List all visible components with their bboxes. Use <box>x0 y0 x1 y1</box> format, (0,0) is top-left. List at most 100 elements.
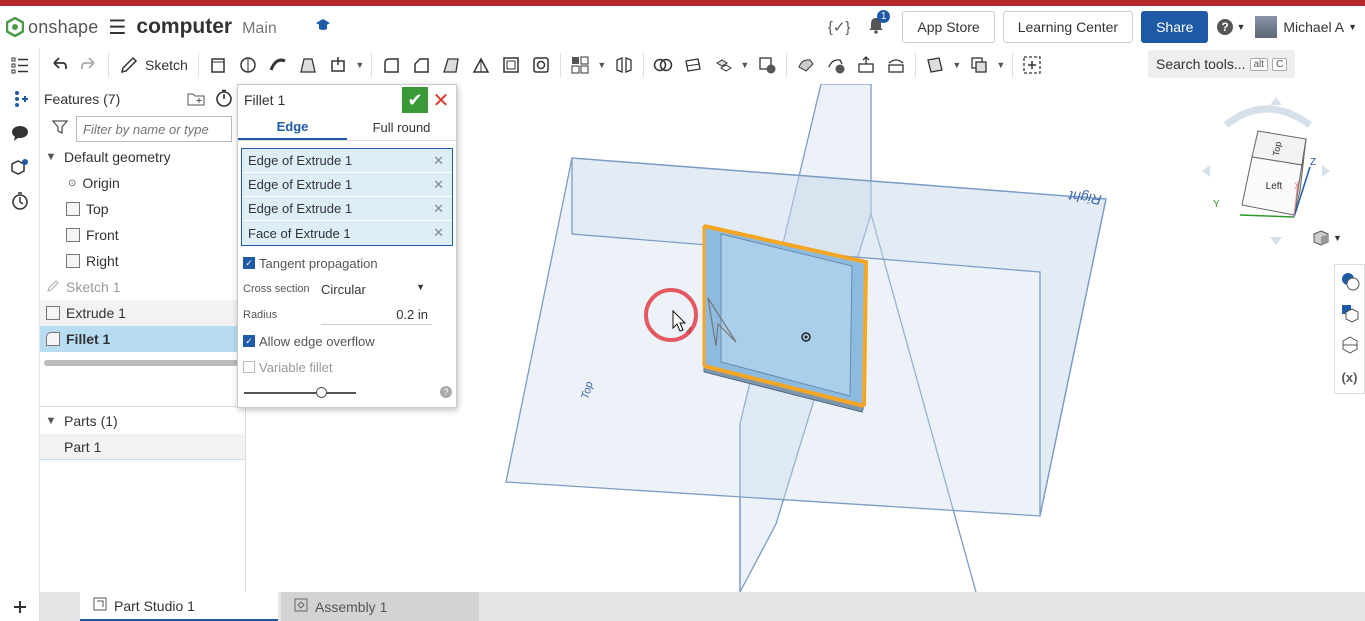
menu-icon[interactable]: ☰ <box>108 15 126 40</box>
boolean-icon[interactable] <box>648 50 678 80</box>
feature-fillet-1[interactable]: Fillet 1 <box>40 326 245 352</box>
app-store-button[interactable]: App Store <box>902 11 995 43</box>
named-views-icon[interactable] <box>1335 297 1364 329</box>
feature-right-plane[interactable]: Right <box>40 248 245 274</box>
filter-icon[interactable] <box>51 119 69 140</box>
close-icon[interactable]: ✕ <box>433 177 444 193</box>
modify-fillet-icon[interactable] <box>791 50 821 80</box>
document-title[interactable]: computer <box>136 15 232 39</box>
appearance-icon[interactable] <box>1335 265 1364 297</box>
selection-item[interactable]: Face of Extrude 1 ✕ <box>242 221 452 245</box>
delete-part-icon[interactable] <box>752 50 782 80</box>
pattern-icon[interactable] <box>565 50 595 80</box>
sketch-button[interactable]: Sketch <box>113 50 194 80</box>
tab-assembly-1[interactable]: Assembly 1 <box>281 592 479 621</box>
feature-extrude-1[interactable]: Extrude 1 <box>40 300 245 326</box>
comments-icon[interactable] <box>0 116 40 150</box>
close-icon[interactable]: ✕ <box>433 201 444 217</box>
feature-list-icon[interactable] <box>0 48 40 82</box>
chevron-up-icon[interactable] <box>1270 97 1282 105</box>
chevron-down-icon[interactable]: ▼ <box>950 50 964 80</box>
tangent-propagation-checkbox[interactable]: ✓ <box>243 257 255 269</box>
selection-item[interactable]: Edge of Extrude 1 ✕ <box>242 197 452 221</box>
chevron-down-icon[interactable]: ▼ <box>353 50 367 80</box>
close-icon[interactable]: ✕ <box>433 225 444 241</box>
variables-icon[interactable] <box>0 82 40 116</box>
notifications-icon[interactable]: 1 <box>868 9 891 39</box>
loft-icon[interactable] <box>293 50 323 80</box>
feature-origin[interactable]: ⊙ Origin <box>40 170 245 196</box>
feature-front-plane[interactable]: Front <box>40 222 245 248</box>
draft-icon[interactable] <box>436 50 466 80</box>
selection-item[interactable]: Edge of Extrude 1 ✕ <box>242 149 452 173</box>
undo-icon[interactable] <box>44 50 74 80</box>
help-icon[interactable]: ? ▼ <box>1216 18 1245 36</box>
move-face-icon[interactable] <box>851 50 881 80</box>
cancel-button[interactable]: ✕ <box>430 87 452 113</box>
cross-section-select[interactable]: Circular ▼ <box>321 282 425 297</box>
user-menu[interactable]: Michael A ▼ <box>1255 16 1357 38</box>
extrude-icon[interactable] <box>203 50 233 80</box>
chevron-down-icon[interactable] <box>1270 237 1282 245</box>
feature-top-plane[interactable]: Top <box>40 196 245 222</box>
variable-fillet-checkbox[interactable] <box>243 361 255 373</box>
search-tools-button[interactable]: Search tools... alt C <box>1148 50 1296 78</box>
add-custom-feature-icon[interactable] <box>1017 50 1047 80</box>
tab-edge[interactable]: Edge <box>238 115 347 140</box>
part-item[interactable]: Part 1 <box>40 434 245 460</box>
learning-cap-icon[interactable] <box>315 18 331 37</box>
split-icon[interactable] <box>678 50 708 80</box>
parts-icon[interactable] <box>0 150 40 184</box>
allow-edge-overflow-row[interactable]: ✓ Allow edge overflow <box>238 328 456 354</box>
learning-center-button[interactable]: Learning Center <box>1002 11 1134 43</box>
transform-icon[interactable] <box>708 50 738 80</box>
chevron-down-icon[interactable]: ▼ <box>44 151 58 163</box>
close-icon[interactable]: ✕ <box>433 153 444 169</box>
feature-sketch-1[interactable]: Sketch 1 <box>40 274 245 300</box>
chevron-left-icon[interactable] <box>1202 165 1210 177</box>
mate-connector-icon[interactable] <box>964 50 994 80</box>
sweep-icon[interactable] <box>263 50 293 80</box>
tab-full-round[interactable]: Full round <box>347 115 456 140</box>
feature-filter-input[interactable] <box>76 116 232 142</box>
feature-script-icon[interactable]: {✓} <box>828 18 851 36</box>
shell-icon[interactable] <box>496 50 526 80</box>
default-geometry-folder[interactable]: ▼ Default geometry <box>40 144 245 170</box>
hole-icon[interactable] <box>526 50 556 80</box>
allow-edge-overflow-checkbox[interactable]: ✓ <box>243 335 255 347</box>
plane-icon[interactable] <box>920 50 950 80</box>
history-icon[interactable] <box>0 184 40 218</box>
selection-list[interactable]: Edge of Extrude 1 ✕ Edge of Extrude 1 ✕ … <box>241 148 453 246</box>
chevron-down-icon[interactable]: ▼ <box>595 50 609 80</box>
add-tab-button[interactable] <box>0 592 40 621</box>
rib-icon[interactable] <box>466 50 496 80</box>
chamfer-icon[interactable] <box>406 50 436 80</box>
tangent-propagation-row[interactable]: ✓ Tangent propagation <box>238 250 456 276</box>
configurations-icon[interactable]: (x) <box>1335 361 1364 393</box>
rollback-timer-icon[interactable] <box>215 89 233 110</box>
thicken-icon[interactable] <box>323 50 353 80</box>
variable-fillet-row[interactable]: Variable fillet <box>238 354 456 380</box>
add-folder-icon[interactable] <box>187 90 205 109</box>
chevron-down-icon[interactable]: ▼ <box>738 50 752 80</box>
share-button[interactable]: Share <box>1141 11 1209 43</box>
selection-item[interactable]: Edge of Extrude 1 ✕ <box>242 173 452 197</box>
redo-icon[interactable] <box>74 50 104 80</box>
mirror-icon[interactable] <box>609 50 639 80</box>
chevron-right-icon[interactable] <box>1322 165 1330 177</box>
onshape-logo[interactable]: onshape <box>6 17 98 38</box>
chevron-down-icon[interactable]: ▼ <box>44 415 58 427</box>
rollback-slider-track[interactable] <box>244 392 356 394</box>
chevron-down-icon[interactable]: ▼ <box>994 50 1008 80</box>
revolve-icon[interactable] <box>233 50 263 80</box>
tab-part-studio-1[interactable]: Part Studio 1 <box>80 592 278 621</box>
replace-face-icon[interactable] <box>881 50 911 80</box>
section-view-icon[interactable] <box>1335 329 1364 361</box>
delete-face-icon[interactable] <box>821 50 851 80</box>
accept-button[interactable]: ✔ <box>402 87 428 113</box>
help-icon[interactable]: ? <box>440 386 452 398</box>
feature-scrollbar[interactable] <box>44 360 241 366</box>
parts-folder[interactable]: ▼ Parts (1) <box>40 408 245 434</box>
workspace-name[interactable]: Main <box>242 20 277 38</box>
radius-input[interactable]: 0.2 in <box>321 305 432 325</box>
